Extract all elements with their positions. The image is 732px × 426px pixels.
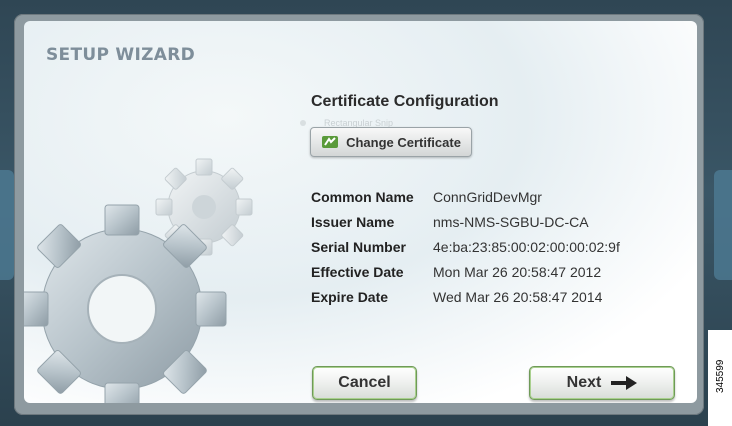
detail-row-expire-date: Expire Date Wed Mar 26 20:58:47 2014	[311, 284, 620, 309]
serial-number-label: Serial Number	[311, 238, 406, 255]
next-label: Next	[566, 374, 602, 391]
arrow-right-icon	[611, 376, 638, 390]
detail-row-issuer-name: Issuer Name nms-NMS-SGBU-DC-CA	[311, 209, 620, 234]
issuer-name-label: Issuer Name	[311, 213, 395, 230]
background-tab-right	[714, 170, 732, 280]
detail-row-serial-number: Serial Number 4e:ba:23:85:00:02:00:00:02…	[311, 234, 620, 259]
cancel-label: Cancel	[338, 374, 391, 391]
expire-date-label: Expire Date	[311, 288, 389, 305]
common-name-label: Common Name	[311, 188, 414, 205]
change-certificate-button[interactable]: Change Certificate	[310, 127, 472, 157]
cancel-button[interactable]: Cancel	[312, 366, 417, 400]
certificate-icon	[322, 136, 339, 148]
certificate-details: Common Name ConnGridDevMgr Issuer Name n…	[311, 184, 620, 309]
serial-number-value: 4e:ba:23:85:00:02:00:00:02:9f	[433, 238, 620, 255]
next-button[interactable]: Next	[529, 366, 675, 400]
figure-id: 345599	[715, 357, 726, 395]
wizard-title: SETUP WIZARD	[46, 45, 195, 65]
issuer-name-value: nms-NMS-SGBU-DC-CA	[433, 213, 589, 230]
change-certificate-label: Change Certificate	[346, 134, 461, 150]
effective-date-label: Effective Date	[311, 263, 404, 280]
wizard-frame: SETUP WIZARD Certificate Configuration R…	[14, 14, 704, 415]
ghost-radio-dot	[300, 120, 306, 126]
certificate-configuration-heading: Certificate Configuration	[311, 93, 499, 110]
gears-icon	[24, 158, 253, 403]
detail-row-common-name: Common Name ConnGridDevMgr	[311, 184, 620, 209]
common-name-value: ConnGridDevMgr	[433, 188, 542, 205]
detail-row-effective-date: Effective Date Mon Mar 26 20:58:47 2012	[311, 259, 620, 284]
effective-date-value: Mon Mar 26 20:58:47 2012	[433, 263, 602, 280]
background-tab-left	[0, 170, 14, 280]
wizard-panel: SETUP WIZARD Certificate Configuration R…	[24, 21, 697, 403]
expire-date-value: Wed Mar 26 20:58:47 2014	[433, 288, 603, 305]
